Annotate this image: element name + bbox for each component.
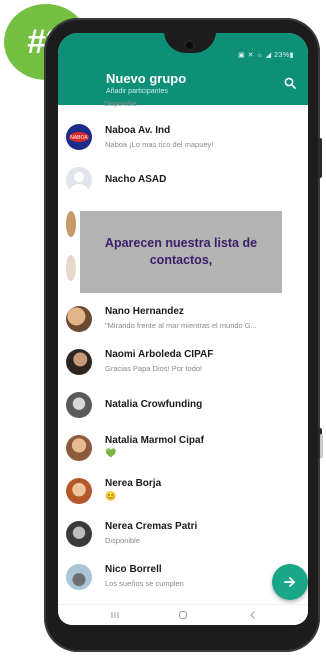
contact-name: Nacho ASAD xyxy=(105,174,167,185)
contact-avatar xyxy=(66,167,92,193)
scrollbar[interactable] xyxy=(320,434,323,458)
contact-avatar xyxy=(66,521,92,547)
contact-row[interactable]: NABOA Naboa Av. Ind Naboa ¡Lo mas rico d… xyxy=(58,117,308,157)
search-icon[interactable] xyxy=(284,77,296,89)
page-subtitle: Añadir participantes xyxy=(106,88,168,95)
phone-screen: ▣ ✕ ☼ ◢ 23%▮ Nuevo grupo Añadir particip… xyxy=(58,33,308,625)
contact-name: Naboa Av. Ind xyxy=(105,125,171,136)
contact-status: 💚 xyxy=(105,448,117,458)
back-icon[interactable] xyxy=(248,610,258,620)
next-button[interactable] xyxy=(272,564,308,600)
contact-avatar xyxy=(66,435,92,461)
contact-row[interactable]: Nerea Cremas Patri Disponible xyxy=(58,514,308,554)
contact-status: Gracias Papa Dios! Por todo! xyxy=(105,364,203,373)
contact-status: Disponible xyxy=(105,536,141,545)
contact-status: Naboa ¡Lo mas rico del mapuey! xyxy=(105,140,214,149)
contact-avatar xyxy=(66,349,92,375)
contact-name: Natalia Marmol Cipaf xyxy=(105,435,204,446)
contact-avatar xyxy=(66,255,76,281)
contact-status: 😊 xyxy=(105,491,117,501)
contact-name: Naomi Arboleda CIPAF xyxy=(105,349,214,360)
recent-apps-icon[interactable] xyxy=(110,610,120,620)
android-nav-bar xyxy=(58,604,308,625)
contact-name: Natalia Crowfunding xyxy=(105,399,203,410)
app-header: ▣ ✕ ☼ ◢ 23%▮ Nuevo grupo Añadir particip… xyxy=(58,33,308,105)
home-icon[interactable] xyxy=(178,610,188,620)
contact-row[interactable]: Nacho ASAD xyxy=(58,160,308,200)
camera-icon xyxy=(186,42,193,49)
caption-overlay: Aparecen nuestra lista de contactos, xyxy=(80,211,282,293)
contact-avatar: NABOA xyxy=(66,124,92,150)
svg-text:NABOA: NABOA xyxy=(70,135,88,141)
contact-status: Los sueños se cumplen xyxy=(105,579,184,588)
contact-row[interactable]: Nano Hernandez "Mirando frente al mar mi… xyxy=(58,299,308,339)
arrow-right-icon xyxy=(284,577,295,587)
contact-name: Nano Hernandez xyxy=(105,306,184,317)
contact-avatar xyxy=(66,306,92,332)
contact-row[interactable]: Nico Borrell Los sueños se cumplen xyxy=(58,557,308,597)
contact-avatar xyxy=(66,564,92,590)
contact-status: "Mirando frente al mar mientras el mundo… xyxy=(105,321,257,330)
page-title: Nuevo grupo xyxy=(106,71,187,86)
status-bar: ▣ ✕ ☼ ◢ 23%▮ xyxy=(238,52,294,59)
contact-name: Nerea Borja xyxy=(105,478,162,489)
contact-name: Nico Borrell xyxy=(105,564,162,575)
contact-avatar xyxy=(66,392,92,418)
contact-row[interactable]: Nerea Borja 😊 xyxy=(58,471,308,511)
contact-name: Nerea Cremas Patri xyxy=(105,521,198,532)
contact-row[interactable]: Natalia Crowfunding xyxy=(58,385,308,425)
contact-avatar xyxy=(66,211,76,237)
partial-contact-status: Disponible xyxy=(104,101,137,108)
contact-row[interactable]: Naomi Arboleda CIPAF Gracias Papa Dios! … xyxy=(58,342,308,382)
contact-row[interactable]: Natalia Marmol Cipaf 💚 xyxy=(58,428,308,468)
contact-avatar xyxy=(66,478,92,504)
